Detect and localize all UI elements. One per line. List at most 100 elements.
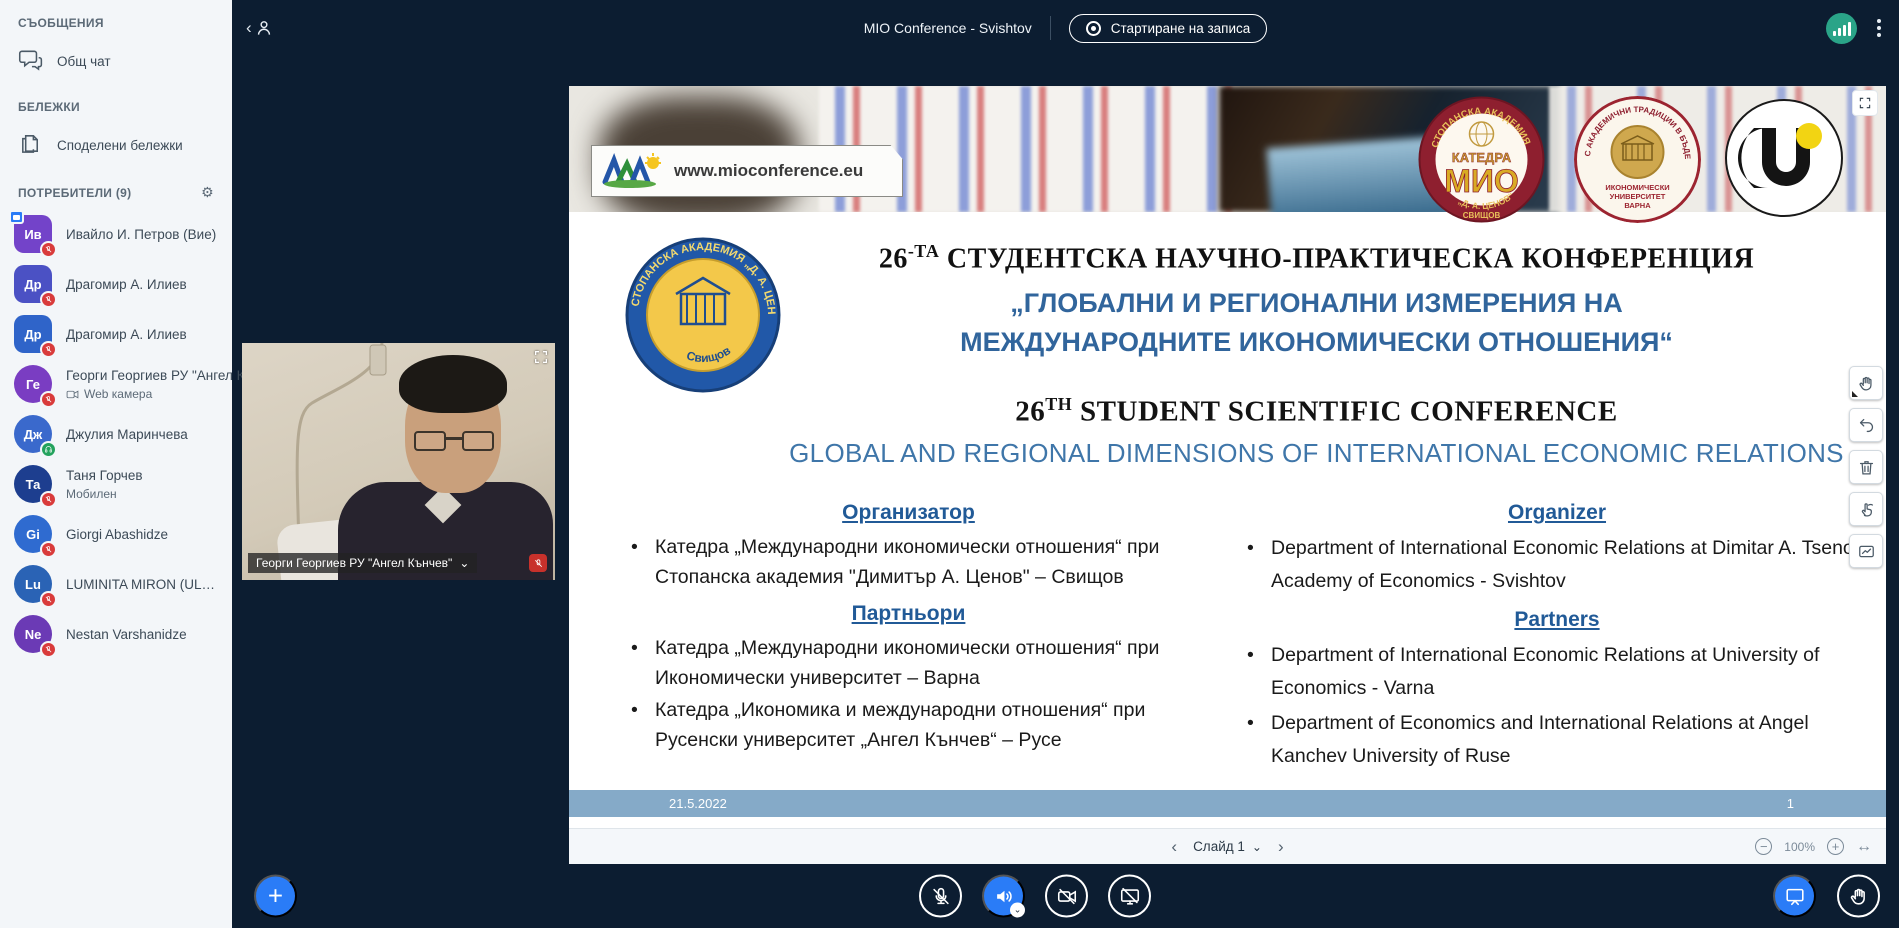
chevron-down-icon: ⌄ xyxy=(459,556,469,570)
user-row[interactable]: Gi Giorgi Abashidze xyxy=(0,509,232,559)
avatar: Та xyxy=(14,465,52,503)
user-row[interactable]: Др Драгомир А. Илиев xyxy=(0,259,232,309)
webcam-name-tag[interactable]: Георги Георгиев РУ "Ангел Кънчев" ⌄ xyxy=(248,553,477,573)
fit-width-button[interactable]: ↔ xyxy=(1856,838,1872,856)
partners-heading-en: Partners xyxy=(1237,608,1877,632)
webcam-muted-mic-icon xyxy=(529,554,547,572)
avatar: Lu xyxy=(14,565,52,603)
share-screen-button[interactable] xyxy=(1108,875,1151,918)
screenshare-muted-icon xyxy=(1119,885,1141,907)
conference-subtitle-en: GLOBAL AND REGIONAL DIMENSIONS OF INTERN… xyxy=(759,438,1874,469)
partners-heading-bg: Партньори xyxy=(621,602,1196,626)
presenter-icon xyxy=(9,210,24,224)
zoom-level: 100% xyxy=(1784,840,1815,854)
slide-footer: 21.5.2022 1 xyxy=(569,790,1886,817)
next-slide-button[interactable]: › xyxy=(1274,837,1288,857)
connection-status-icon[interactable] xyxy=(1826,13,1857,44)
shared-notes-label: Споделени бележки xyxy=(57,138,183,153)
webcam-tile[interactable]: Георги Георгиев РУ "Ангел Кънчев" ⌄ xyxy=(242,343,555,580)
actions-plus-button[interactable]: + xyxy=(254,875,297,918)
webcam-fullscreen-button[interactable] xyxy=(533,349,549,370)
unmute-microphone-button[interactable] xyxy=(919,875,962,918)
muted-mic-icon xyxy=(40,291,57,308)
user-row[interactable]: Ne Nestan Varshanidze xyxy=(0,609,232,659)
presentation-icon xyxy=(1784,885,1806,907)
raise-hand-button[interactable] xyxy=(1837,875,1880,918)
zoom-out-button[interactable]: − xyxy=(1755,838,1772,855)
pan-zoom-chart-button[interactable] xyxy=(1849,534,1883,568)
organizer-heading-en: Organizer xyxy=(1237,501,1877,525)
katedra-mio-logo: СТОПАНСКА АКАДЕМИЯ „Д. А. ЦЕНОВ“ КАТЕДРА… xyxy=(1418,96,1545,223)
slide-date: 21.5.2022 xyxy=(669,796,727,811)
audio-options-caret[interactable]: ⌄ xyxy=(1010,903,1025,918)
public-chat-item[interactable]: Общ чат xyxy=(0,38,232,84)
avatar: Ne xyxy=(14,615,52,653)
webcam-icon xyxy=(66,388,79,401)
user-row[interactable]: Ге Георги Георгиев РУ "Ангел Кънч... Web… xyxy=(0,359,232,409)
conference-title-bg: 26-ТА СТУДЕНТСКА НАУЧНО-ПРАКТИЧЕСКА КОНФ… xyxy=(759,241,1874,275)
person-hair xyxy=(399,355,507,413)
shared-notes-item[interactable]: Споделени бележки xyxy=(0,122,232,168)
undo-annotation-button[interactable] xyxy=(1849,408,1883,442)
slide-titles: 26-ТА СТУДЕНТСКА НАУЧНО-ПРАКТИЧЕСКА КОНФ… xyxy=(759,241,1874,469)
trash-icon xyxy=(1857,458,1876,477)
meeting-app: СЪОБЩЕНИЯ Общ чат БЕЛЕЖКИ Споделени беле… xyxy=(0,0,1899,928)
divider xyxy=(1050,16,1051,40)
user-row[interactable]: Ив Ивайло И. Петров (Вие) xyxy=(0,209,232,259)
sidebar: СЪОБЩЕНИЯ Общ чат БЕЛЕЖКИ Споделени беле… xyxy=(0,0,232,928)
avatar: Ге xyxy=(14,365,52,403)
list-item: Катедра „Международни икономически отнош… xyxy=(621,532,1196,592)
presentation-controls: ‹ Слайд 1 ⌄ › − 100% + ↔ xyxy=(569,828,1886,864)
options-menu-button[interactable] xyxy=(1873,15,1885,41)
user-row[interactable]: Та Таня Горчев Мобилен xyxy=(0,459,232,509)
slide-select-dropdown[interactable]: Слайд 1 ⌄ xyxy=(1193,839,1262,854)
hand-icon xyxy=(1848,885,1870,907)
undo-icon xyxy=(1857,416,1876,435)
start-recording-button[interactable]: Стартиране на записа xyxy=(1069,14,1267,43)
manage-users-button[interactable]: ‹ xyxy=(246,18,274,38)
muted-mic-icon xyxy=(40,641,57,658)
pan-tool-button[interactable] xyxy=(1849,366,1883,400)
muted-mic-icon xyxy=(40,491,57,508)
clear-annotations-button[interactable] xyxy=(1849,450,1883,484)
messages-header: СЪОБЩЕНИЯ xyxy=(0,0,232,38)
hand-icon xyxy=(1857,374,1876,393)
presentation-fullscreen-button[interactable] xyxy=(1852,90,1878,116)
pointer-hand-icon xyxy=(1857,500,1876,519)
previous-slide-button[interactable]: ‹ xyxy=(1167,837,1181,857)
action-bar: + ⌄ xyxy=(232,864,1899,928)
organizer-column-en: Organizer Department of International Ec… xyxy=(1237,501,1877,775)
svg-text:МИО: МИО xyxy=(1444,163,1519,199)
muted-mic-icon xyxy=(40,541,57,558)
presentation-area: www.mioconference.eu СТОПАНСКА АКАДЕМИЯ … xyxy=(569,86,1886,864)
user-row[interactable]: Дж Джулия Маринчева xyxy=(0,409,232,459)
users-settings-gear-icon[interactable]: ⚙ xyxy=(201,184,214,201)
camera-muted-icon xyxy=(1056,885,1078,907)
muted-mic-icon xyxy=(40,591,57,608)
expand-icon xyxy=(1858,96,1872,110)
conference-website-banner: www.mioconference.eu xyxy=(591,145,903,197)
share-webcam-button[interactable] xyxy=(1045,875,1088,918)
mic-muted-icon xyxy=(930,885,952,907)
list-item: Department of International Economic Rel… xyxy=(1237,639,1877,705)
muted-mic-icon xyxy=(40,341,57,358)
list-item: Катедра „Международни икономически отнош… xyxy=(621,633,1196,693)
users-header: ПОТРЕБИТЕЛИ (9) ⚙ xyxy=(0,168,232,209)
chat-icon xyxy=(18,47,43,75)
top-bar: ‹ MIO Conference - Svishtov Стартиране н… xyxy=(232,0,1899,56)
user-row[interactable]: Lu LUMINITA MIRON (ULIM) xyxy=(0,559,232,609)
user-row[interactable]: Др Драгомир А. Илиев xyxy=(0,309,232,359)
listen-only-icon xyxy=(40,441,57,458)
conference-title-en: 26TH STUDENT SCIENTIFIC CONFERENCE xyxy=(759,394,1874,429)
mio-logo xyxy=(602,152,664,190)
person-icon xyxy=(254,18,274,38)
avatar: Ив xyxy=(14,215,52,253)
restore-presentation-button[interactable] xyxy=(1773,875,1816,918)
zoom-in-button[interactable]: + xyxy=(1827,838,1844,855)
expand-icon xyxy=(533,349,549,365)
varna-university-logo: С АКАДЕМИЧНИ ТРАДИЦИИ В БЪДЕЩЕТО ИКОНОМИ… xyxy=(1574,96,1701,223)
public-chat-label: Общ чат xyxy=(57,54,111,69)
audio-settings-button[interactable]: ⌄ xyxy=(982,875,1025,918)
svg-text:ВАРНА: ВАРНА xyxy=(1624,201,1651,210)
multi-user-whiteboard-button[interactable] xyxy=(1849,492,1883,526)
